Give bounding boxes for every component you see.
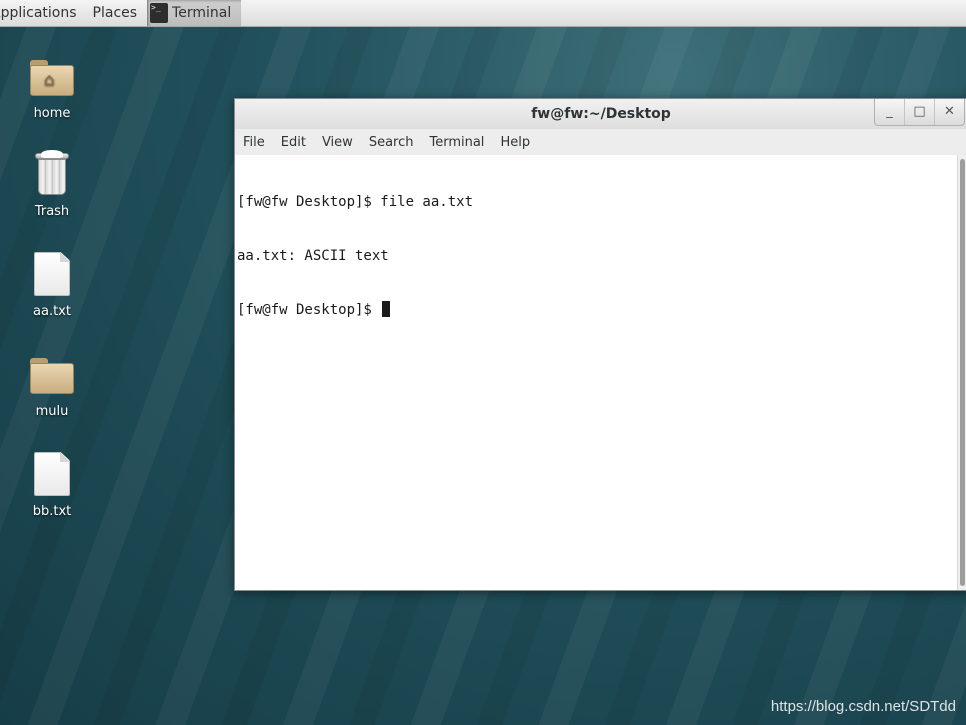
terminal-menu-bar: File Edit View Search Terminal Help [235,129,966,155]
desktop-icon-label: Trash [34,204,70,219]
terminal-line: aa.txt: ASCII text [237,248,389,264]
folder-icon [28,350,76,398]
top-panel: Applications Places >_ Terminal [0,0,966,27]
taskbar-terminal-button[interactable]: >_ Terminal [147,0,242,26]
terminal-scrollbar[interactable] [957,155,966,590]
text-file-icon [28,250,76,298]
trash-icon [28,150,76,198]
desktop-icon-home[interactable]: ⌂ home [12,52,92,121]
close-button[interactable]: ✕ [934,99,964,125]
terminal-line: [fw@fw Desktop]$ file aa.txt [237,194,474,210]
terminal-prompt: [fw@fw Desktop]$ [237,302,381,318]
home-folder-icon: ⌂ [28,52,76,100]
menu-help[interactable]: Help [492,135,538,150]
menu-terminal[interactable]: Terminal [421,135,492,150]
desktop-icon-label: aa.txt [33,304,71,319]
desktop-icon-label: bb.txt [32,504,72,519]
terminal-window[interactable]: fw@fw:~/Desktop _ □ ✕ File Edit View Sea… [234,98,966,591]
menu-edit[interactable]: Edit [273,135,314,150]
terminal-text-area[interactable]: [fw@fw Desktop]$ file aa.txt aa.txt: ASC… [235,155,957,590]
window-controls: _ □ ✕ [874,99,965,126]
places-menu[interactable]: Places [85,0,146,26]
terminal-app-icon: >_ [150,3,169,23]
watermark-text: https://blog.csdn.net/SDTdd [770,698,956,715]
desktop-icon-trash[interactable]: Trash [12,150,92,219]
desktop-icon-label: mulu [35,404,69,419]
text-cursor [382,301,391,317]
desktop-icon-bb-txt[interactable]: bb.txt [12,450,92,519]
desktop-icon-mulu[interactable]: mulu [12,350,92,419]
scrollbar-thumb[interactable] [960,159,965,586]
desktop-icon-aa-txt[interactable]: aa.txt [12,250,92,319]
menu-view[interactable]: View [314,135,361,150]
maximize-button[interactable]: □ [904,99,934,125]
menu-file[interactable]: File [235,135,273,150]
taskbar-terminal-label: Terminal [172,5,232,21]
desktop-icon-label: home [33,106,71,121]
terminal-prompt-line: [fw@fw Desktop]$ [237,301,957,319]
window-title: fw@fw:~/Desktop [531,106,671,122]
minimize-button[interactable]: _ [875,99,904,125]
text-file-icon [28,450,76,498]
window-title-bar[interactable]: fw@fw:~/Desktop _ □ ✕ [235,99,966,130]
menu-search[interactable]: Search [361,135,422,150]
applications-menu[interactable]: Applications [0,0,85,26]
